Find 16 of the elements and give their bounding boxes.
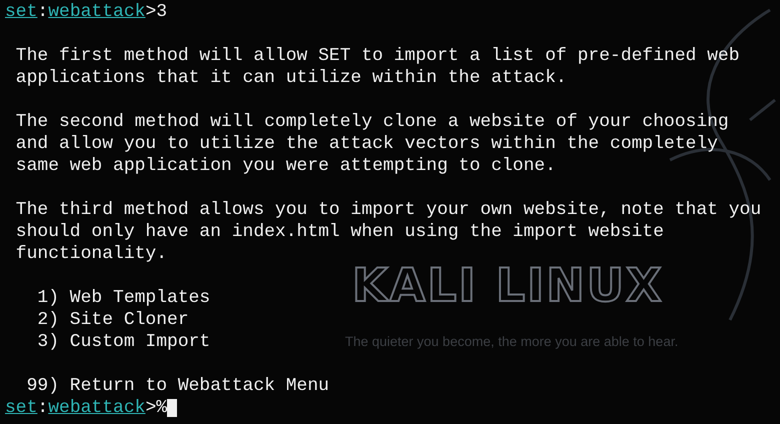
menu-option: 3) Custom Import	[5, 331, 210, 353]
menu-option: 2) Site Cloner	[5, 309, 189, 331]
menu-option: 99) Return to Webattack Menu	[5, 375, 330, 397]
output-text: should only have an index.html when using the import website	[14, 221, 664, 243]
output-text: and allow you to utilize the attack vectors within the completely	[14, 133, 718, 155]
menu-option: 1) Web Templates	[5, 287, 210, 309]
command-prompt: set:webattack>3	[5, 1, 168, 23]
output-text: functionality.	[14, 243, 168, 265]
wallpaper-tagline: The quieter you become, the more you are able to hear.	[345, 333, 678, 351]
output-text: applications that it can utilize within the attack.	[14, 67, 567, 89]
output-text: same web application you were attempting to clone.	[14, 155, 556, 177]
command-prompt: set:webattack>%	[5, 397, 178, 419]
output-text: The first method will allow SET to import a list of pre-defined web	[14, 45, 740, 67]
output-text: The second method will completely clone a website of your choosing	[14, 111, 729, 133]
output-text: The third method allows you to import your own website, note that you	[14, 199, 762, 221]
kali-logo: KALI LINUX	[352, 262, 664, 308]
